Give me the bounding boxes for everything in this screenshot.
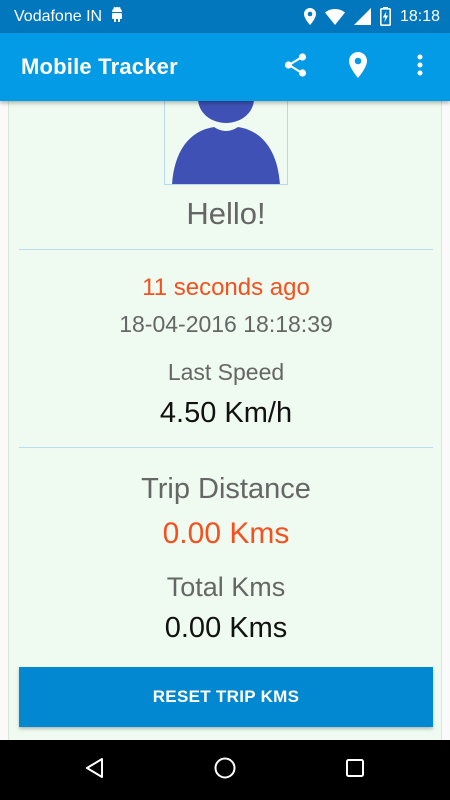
status-bar: Vodafone IN 18:18 (0, 0, 450, 33)
total-kms-label: Total Kms (166, 572, 286, 602)
share-button[interactable] (280, 51, 312, 83)
system-nav-bar (0, 740, 450, 800)
app-title: Mobile Tracker (21, 54, 178, 79)
back-icon (83, 756, 107, 785)
status-right: 18:18 (303, 7, 440, 26)
map-pin-icon (349, 51, 367, 83)
overflow-menu-button[interactable] (404, 51, 436, 83)
last-update-relative: 11 seconds ago (142, 274, 310, 301)
tracker-card: Hello! 11 seconds ago 18-04-2016 18:18:3… (8, 101, 442, 740)
android-icon (110, 6, 124, 27)
home-icon (213, 756, 237, 785)
nav-recents-button[interactable] (331, 746, 379, 794)
last-speed-value: 4.50 Km/h (159, 397, 293, 429)
nav-back-button[interactable] (71, 746, 119, 794)
share-icon (283, 52, 309, 83)
nav-home-button[interactable] (201, 746, 249, 794)
battery-charging-icon (379, 7, 391, 26)
total-kms-value: 0.00 Kms (164, 612, 288, 644)
avatar-frame (164, 101, 288, 185)
last-speed-label: Last Speed (167, 359, 285, 385)
location-icon (303, 8, 316, 25)
map-location-button[interactable] (342, 51, 374, 83)
reset-trip-button[interactable]: RESET TRIP KMS (19, 667, 433, 727)
carrier-name: Vodafone IN (14, 7, 103, 25)
trip-distance-value: 0.00 Kms (162, 517, 290, 550)
app-bar: Mobile Tracker (0, 33, 450, 101)
more-vert-icon (417, 54, 423, 81)
status-left: Vodafone IN (14, 6, 124, 27)
greeting-text: Hello! (186, 196, 266, 231)
signal-icon (353, 8, 371, 25)
trip-distance-label: Trip Distance (141, 473, 311, 505)
wifi-icon (324, 8, 345, 25)
app-actions (280, 51, 436, 83)
divider (19, 447, 433, 448)
divider (19, 249, 433, 250)
main-content[interactable]: Hello! 11 seconds ago 18-04-2016 18:18:3… (0, 101, 450, 740)
avatar-person-icon (165, 101, 287, 184)
recents-icon (344, 757, 366, 784)
last-update-timestamp: 18-04-2016 18:18:39 (119, 311, 333, 337)
status-time: 18:18 (399, 7, 440, 25)
